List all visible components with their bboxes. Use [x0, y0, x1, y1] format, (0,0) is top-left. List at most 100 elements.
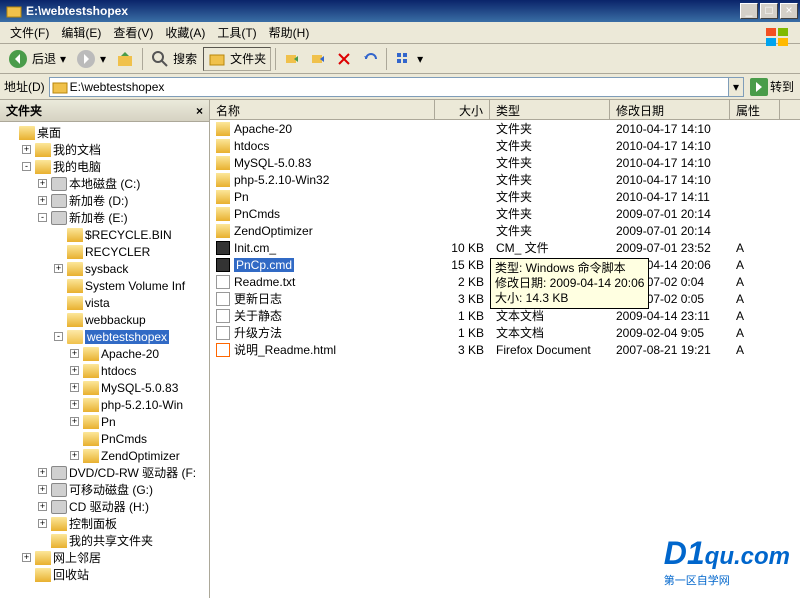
- search-button[interactable]: 搜索: [147, 48, 201, 70]
- file-row[interactable]: ZendOptimizer文件夹2009-07-01 20:14: [210, 222, 800, 239]
- tree-node[interactable]: webbackup: [2, 311, 207, 328]
- tree-label: htdocs: [101, 364, 136, 378]
- tree-node[interactable]: +MySQL-5.0.83: [2, 379, 207, 396]
- expand-icon[interactable]: +: [38, 196, 47, 205]
- expand-icon[interactable]: -: [54, 332, 63, 341]
- tree-node[interactable]: + 我的文档: [2, 141, 207, 158]
- menu-help[interactable]: 帮助(H): [263, 22, 316, 43]
- expand-icon[interactable]: +: [22, 553, 31, 562]
- file-date: 2007-08-21 19:21: [610, 343, 730, 357]
- folder-icon: [216, 207, 230, 221]
- file-name: PnCp.cmd: [234, 258, 294, 272]
- file-row[interactable]: 关于静态1 KB文本文档2009-04-14 23:11A: [210, 307, 800, 324]
- close-button[interactable]: ×: [780, 3, 798, 19]
- expand-icon[interactable]: +: [70, 383, 79, 392]
- folders-button[interactable]: 文件夹: [203, 47, 271, 71]
- expand-icon[interactable]: -: [38, 213, 47, 222]
- go-button[interactable]: 转到: [748, 76, 796, 98]
- tree-node[interactable]: 我的共享文件夹: [2, 532, 207, 549]
- menu-view[interactable]: 查看(V): [107, 22, 159, 43]
- file-attr: A: [730, 241, 780, 255]
- tree-node[interactable]: +控制面板: [2, 515, 207, 532]
- tree-node[interactable]: -我的电脑: [2, 158, 207, 175]
- col-date[interactable]: 修改日期: [610, 100, 730, 119]
- tree-node[interactable]: +DVD/CD-RW 驱动器 (F:: [2, 464, 207, 481]
- back-button[interactable]: 后退▾: [4, 47, 70, 71]
- file-size: 3 KB: [435, 292, 490, 306]
- undo-button[interactable]: [358, 49, 382, 69]
- menu-tools[interactable]: 工具(T): [211, 22, 262, 43]
- tree-node[interactable]: +Apache-20: [2, 345, 207, 362]
- expand-icon[interactable]: +: [38, 468, 47, 477]
- address-input[interactable]: [49, 77, 729, 97]
- expand-icon[interactable]: +: [38, 519, 47, 528]
- file-row[interactable]: 说明_Readme.html3 KBFirefox Document2007-0…: [210, 341, 800, 358]
- tree-node[interactable]: +新加卷 (D:): [2, 192, 207, 209]
- tree-node[interactable]: $RECYCLE.BIN: [2, 226, 207, 243]
- tree-node[interactable]: PnCmds: [2, 430, 207, 447]
- tree-node[interactable]: System Volume Inf: [2, 277, 207, 294]
- col-size[interactable]: 大小: [435, 100, 490, 119]
- file-size: 2 KB: [435, 275, 490, 289]
- address-dropdown[interactable]: ▾: [729, 77, 744, 97]
- file-row[interactable]: htdocs文件夹2010-04-17 14:10: [210, 137, 800, 154]
- tree-node[interactable]: + htdocs: [2, 362, 207, 379]
- delete-button[interactable]: [332, 49, 356, 69]
- tree-node[interactable]: +CD 驱动器 (H:): [2, 498, 207, 515]
- file-row[interactable]: Pn文件夹2010-04-17 14:11: [210, 188, 800, 205]
- expand-icon[interactable]: +: [70, 417, 79, 426]
- expand-icon[interactable]: -: [22, 162, 31, 171]
- file-attr: A: [730, 275, 780, 289]
- tree-node[interactable]: +本地磁盘 (C:): [2, 175, 207, 192]
- html-icon: [216, 343, 230, 357]
- tree-node[interactable]: +php-5.2.10-Win: [2, 396, 207, 413]
- folder-tree[interactable]: 桌面 + 我的文档-我的电脑+本地磁盘 (C:)+新加卷 (D:)-新加卷 (E:)…: [0, 122, 209, 598]
- expand-icon[interactable]: +: [38, 502, 47, 511]
- txt-icon: [216, 292, 230, 306]
- file-list-body[interactable]: Apache-20文件夹2010-04-17 14:10htdocs文件夹201…: [210, 120, 800, 598]
- file-row[interactable]: PnCmds文件夹2009-07-01 20:14: [210, 205, 800, 222]
- expand-icon[interactable]: +: [70, 366, 79, 375]
- expand-icon[interactable]: +: [70, 451, 79, 460]
- views-button[interactable]: ▾: [391, 49, 427, 69]
- expand-icon[interactable]: +: [70, 400, 79, 409]
- file-row[interactable]: Init.cm_10 KBCM_ 文件2009-07-01 23:52A: [210, 239, 800, 256]
- col-attr[interactable]: 属性: [730, 100, 780, 119]
- tree-node[interactable]: +ZendOptimizer: [2, 447, 207, 464]
- expand-icon[interactable]: +: [38, 485, 47, 494]
- tree-node[interactable]: RECYCLER: [2, 243, 207, 260]
- expand-icon[interactable]: +: [22, 145, 31, 154]
- menu-edit[interactable]: 编辑(E): [55, 22, 107, 43]
- file-row[interactable]: php-5.2.10-Win32文件夹2010-04-17 14:10: [210, 171, 800, 188]
- menu-favorites[interactable]: 收藏(A): [159, 22, 211, 43]
- folder-icon: [216, 224, 230, 238]
- windows-logo-icon: [762, 24, 796, 56]
- tree-node[interactable]: -新加卷 (E:): [2, 209, 207, 226]
- tree-label: 我的文档: [53, 141, 101, 158]
- up-button[interactable]: [112, 48, 138, 70]
- close-pane-button[interactable]: ×: [196, 104, 203, 118]
- file-row[interactable]: MySQL-5.0.83文件夹2010-04-17 14:10: [210, 154, 800, 171]
- maximize-button[interactable]: □: [760, 3, 778, 19]
- forward-button[interactable]: ▾: [72, 47, 110, 71]
- tree-node[interactable]: 桌面: [2, 124, 207, 141]
- tree-node[interactable]: 回收站: [2, 566, 207, 583]
- expand-icon[interactable]: +: [70, 349, 79, 358]
- tree-node[interactable]: +网上邻居: [2, 549, 207, 566]
- tree-node[interactable]: +sysback: [2, 260, 207, 277]
- tree-node[interactable]: -webtestshopex: [2, 328, 207, 345]
- file-row[interactable]: Apache-20文件夹2010-04-17 14:10: [210, 120, 800, 137]
- copy-to-button[interactable]: [306, 49, 330, 69]
- expand-icon[interactable]: +: [38, 179, 47, 188]
- expand-icon[interactable]: +: [54, 264, 63, 273]
- tree-node[interactable]: +Pn: [2, 413, 207, 430]
- tree-node[interactable]: vista: [2, 294, 207, 311]
- menu-file[interactable]: 文件(F): [4, 22, 55, 43]
- file-name: Apache-20: [234, 122, 292, 136]
- tree-node[interactable]: +可移动磁盘 (G:): [2, 481, 207, 498]
- col-name[interactable]: 名称: [210, 100, 435, 119]
- minimize-button[interactable]: _: [740, 3, 758, 19]
- move-to-button[interactable]: [280, 49, 304, 69]
- file-row[interactable]: 升级方法1 KB文本文档2009-02-04 9:05A: [210, 324, 800, 341]
- col-type[interactable]: 类型: [490, 100, 610, 119]
